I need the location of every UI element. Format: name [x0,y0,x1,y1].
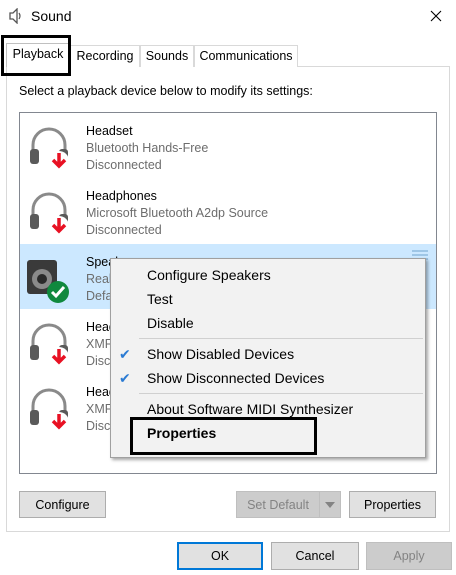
device-description: XMF [86,337,113,351]
device-status: Disc [86,419,111,433]
list-item-device[interactable]: Headphones Microsoft Bluetooth A2dp Sour… [20,178,436,243]
menu-item-about-midi-synthesizer[interactable]: About Software MIDI Synthesizer [147,401,353,417]
device-status: Disconnected [86,223,162,237]
speaker-icon [9,8,21,24]
menu-item-disable[interactable]: Disable [147,315,194,331]
window-title: Sound [31,8,72,24]
menu-item-configure-speakers[interactable]: Configure Speakers [147,267,271,283]
device-description: Real [86,272,112,286]
headset-icon [30,127,69,171]
close-button[interactable] [416,0,456,32]
device-status: Defa [86,289,113,303]
context-menu: Configure Speakers Test Disable ✔ Show D… [110,258,426,458]
close-icon [430,10,442,22]
menu-item-show-disconnected-devices[interactable]: Show Disconnected Devices [147,370,324,386]
device-status: Disconnected [86,158,162,172]
menu-item-properties[interactable]: Properties [147,425,216,441]
menu-separator [139,338,423,339]
tab-communications[interactable]: Communications [194,45,298,67]
ok-button[interactable]: OK [177,542,263,570]
tab-recording[interactable]: Recording [70,45,140,67]
tab-sounds[interactable]: Sounds [140,45,194,67]
menu-item-show-disabled-devices[interactable]: Show Disabled Devices [147,346,294,362]
menu-item-test[interactable]: Test [147,291,173,307]
device-name: Headphones [86,189,157,203]
device-description: Bluetooth Hands-Free [86,141,209,155]
configure-button[interactable]: Configure [19,491,106,518]
properties-button[interactable]: Properties [349,491,436,518]
headphones-icon [30,192,69,236]
checkmark-icon: ✔ [119,346,131,362]
chevron-down-icon [325,501,335,508]
speaker-icon [27,260,69,303]
device-status: Disc [86,354,111,368]
apply-button[interactable]: Apply [366,542,452,570]
set-default-dropdown-button[interactable] [319,491,341,518]
headphones-icon [30,388,69,432]
set-default-button[interactable]: Set Default [236,491,320,518]
checkmark-icon: ✔ [119,370,131,386]
title-bar: Sound [0,0,456,32]
list-item-device[interactable]: Headset Bluetooth Hands-Free Disconnecte… [20,113,436,178]
instruction-text: Select a playback device below to modify… [19,84,313,98]
cancel-button[interactable]: Cancel [271,542,359,570]
menu-separator [139,393,423,394]
headphones-icon [30,323,69,367]
device-description: Microsoft Bluetooth A2dp Source [86,206,269,220]
device-name: Headset [86,124,133,138]
tab-playback[interactable]: Playback [6,43,70,67]
device-description: XMF [86,402,113,416]
